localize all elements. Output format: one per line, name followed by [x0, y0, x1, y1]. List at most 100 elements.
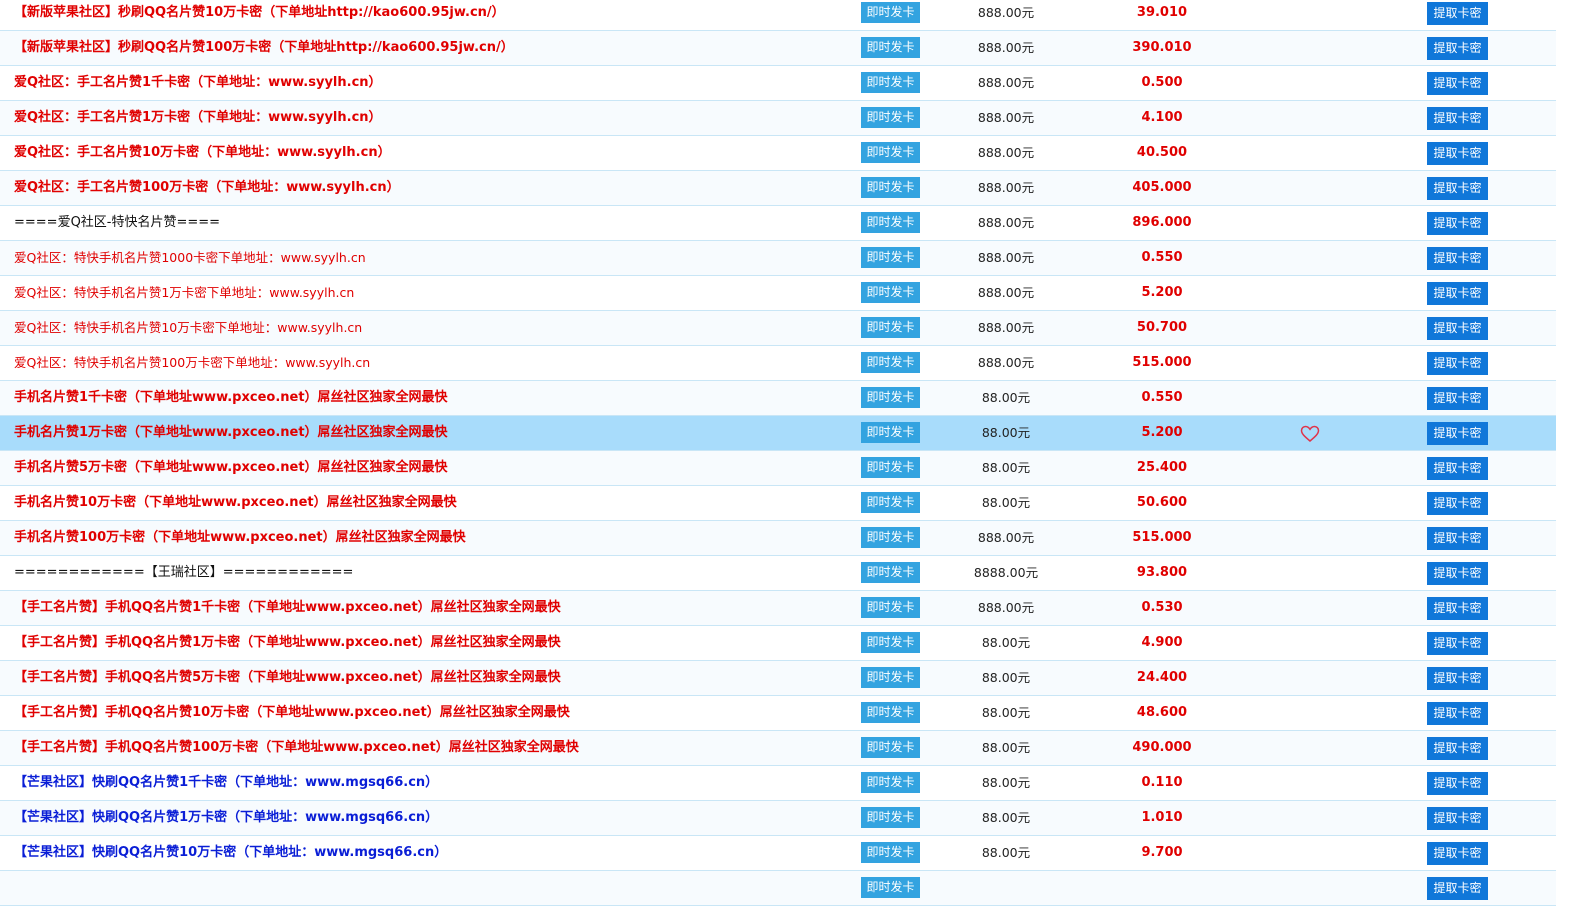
- unit-price-value: 5.200: [1141, 285, 1183, 300]
- fetch-card-key-button[interactable]: 提取卡密: [1427, 702, 1488, 725]
- fetch-card-key-button[interactable]: 提取卡密: [1427, 212, 1488, 235]
- unit-price-value: 4.900: [1141, 635, 1183, 650]
- product-name-link[interactable]: 【芒果社区】快刷QQ名片赞1千卡密（下单地址：www.mgsq66.cn）: [14, 766, 438, 800]
- instant-issue-button[interactable]: 即时发卡: [861, 457, 920, 478]
- fetch-card-key-button[interactable]: 提取卡密: [1427, 527, 1488, 550]
- unit-price-value: 0.550: [1141, 250, 1183, 265]
- instant-issue-button[interactable]: 即时发卡: [861, 212, 920, 233]
- fetch-card-key-button[interactable]: 提取卡密: [1427, 422, 1488, 445]
- instant-issue-button[interactable]: 即时发卡: [861, 492, 920, 513]
- table-row: 手机名片赞100万卡密（下单地址www.pxceo.net）屌丝社区独家全网最快…: [0, 521, 1556, 556]
- fetch-card-key-button[interactable]: 提取卡密: [1427, 807, 1488, 830]
- fetch-card-key-button[interactable]: 提取卡密: [1427, 2, 1488, 25]
- product-name-link[interactable]: ====爱Q社区-特快名片赞====: [14, 206, 220, 240]
- product-name-link[interactable]: 爱Q社区：手工名片赞1千卡密（下单地址：www.syylh.cn）: [14, 66, 382, 100]
- instant-issue-button[interactable]: 即时发卡: [861, 632, 920, 653]
- instant-issue-button[interactable]: 即时发卡: [861, 2, 920, 23]
- product-name-link[interactable]: 【新版苹果社区】秒刷QQ名片赞100万卡密（下单地址http://kao600.…: [14, 31, 514, 65]
- product-name-link[interactable]: 【芒果社区】快刷QQ名片赞10万卡密（下单地址：www.mgsq66.cn）: [14, 836, 447, 870]
- instant-issue-button[interactable]: 即时发卡: [861, 177, 920, 198]
- fetch-card-key-button[interactable]: 提取卡密: [1427, 72, 1488, 95]
- instant-issue-button[interactable]: 即时发卡: [861, 702, 920, 723]
- unit-price-value: 0.550: [1141, 390, 1183, 405]
- product-name-link[interactable]: 爱Q社区：特快手机名片赞1000卡密下单地址：www.syylh.cn: [14, 241, 366, 275]
- fetch-card-key-button[interactable]: 提取卡密: [1427, 772, 1488, 795]
- fetch-card-key-button[interactable]: 提取卡密: [1427, 632, 1488, 655]
- instant-issue-button[interactable]: 即时发卡: [861, 877, 920, 898]
- instant-issue-button[interactable]: 即时发卡: [861, 247, 920, 268]
- instant-issue-button[interactable]: 即时发卡: [861, 107, 920, 128]
- product-name-link[interactable]: 爱Q社区：手工名片赞10万卡密（下单地址：www.syylh.cn）: [14, 136, 391, 170]
- table-row: 手机名片赞5万卡密（下单地址www.pxceo.net）屌丝社区独家全网最快 即时…: [0, 451, 1556, 486]
- heart-outline-icon[interactable]: [1300, 425, 1320, 443]
- product-name-link[interactable]: 手机名片赞1万卡密（下单地址www.pxceo.net）屌丝社区独家全网最快: [14, 416, 448, 450]
- product-name-link[interactable]: 爱Q社区：手工名片赞1万卡密（下单地址：www.syylh.cn）: [14, 101, 382, 135]
- unit-price-value: 4.100: [1141, 110, 1183, 125]
- fetch-card-key-button[interactable]: 提取卡密: [1427, 142, 1488, 165]
- instant-issue-button[interactable]: 即时发卡: [861, 317, 920, 338]
- price-value: 888.00元: [977, 180, 1035, 195]
- instant-issue-button[interactable]: 即时发卡: [861, 562, 920, 583]
- product-name-link[interactable]: 手机名片赞100万卡密（下单地址www.pxceo.net）屌丝社区独家全网最快: [14, 521, 466, 555]
- product-name-link[interactable]: 【芒果社区】快刷QQ名片赞1万卡密（下单地址：www.mgsq66.cn）: [14, 801, 438, 835]
- instant-issue-button[interactable]: 即时发卡: [861, 282, 920, 303]
- fetch-card-key-button[interactable]: 提取卡密: [1427, 842, 1488, 865]
- product-name-link[interactable]: 【新版苹果社区】秒刷QQ名片赞10万卡密（下单地址http://kao600.9…: [14, 0, 505, 30]
- instant-issue-button[interactable]: 即时发卡: [861, 37, 920, 58]
- unit-price-value: 9.700: [1141, 845, 1183, 860]
- product-name-link[interactable]: 爱Q社区：特快手机名片赞10万卡密下单地址：www.syylh.cn: [14, 311, 362, 345]
- product-name-link[interactable]: 爱Q社区：特快手机名片赞100万卡密下单地址：www.syylh.cn: [14, 346, 370, 380]
- instant-issue-button[interactable]: 即时发卡: [861, 597, 920, 618]
- price-value: 888.00元: [977, 320, 1035, 335]
- instant-issue-button[interactable]: 即时发卡: [861, 737, 920, 758]
- fetch-card-key-button[interactable]: 提取卡密: [1427, 352, 1488, 375]
- instant-issue-button[interactable]: 即时发卡: [861, 807, 920, 828]
- table-row: 手机名片赞1千卡密（下单地址www.pxceo.net）屌丝社区独家全网最快 即时…: [0, 381, 1556, 416]
- instant-issue-button[interactable]: 即时发卡: [861, 387, 920, 408]
- unit-price-value: 93.800: [1136, 565, 1188, 580]
- table-row: 【芒果社区】快刷QQ名片赞1千卡密（下单地址：www.mgsq66.cn） 即时发…: [0, 766, 1556, 801]
- fetch-card-key-button[interactable]: 提取卡密: [1427, 177, 1488, 200]
- fetch-card-key-button[interactable]: 提取卡密: [1427, 282, 1488, 305]
- fetch-card-key-button[interactable]: 提取卡密: [1427, 597, 1488, 620]
- instant-issue-button[interactable]: 即时发卡: [861, 72, 920, 93]
- fetch-card-key-button[interactable]: 提取卡密: [1427, 317, 1488, 340]
- instant-issue-button[interactable]: 即时发卡: [861, 772, 920, 793]
- unit-price-value: 1.010: [1141, 810, 1183, 825]
- product-name-link[interactable]: 手机名片赞5万卡密（下单地址www.pxceo.net）屌丝社区独家全网最快: [14, 451, 448, 485]
- product-name-link[interactable]: 【手工名片赞】手机QQ名片赞5万卡密（下单地址www.pxceo.net）屌丝社…: [14, 661, 561, 695]
- fetch-card-key-button[interactable]: 提取卡密: [1427, 457, 1488, 480]
- product-name-link[interactable]: 【手工名片赞】手机QQ名片赞1万卡密（下单地址www.pxceo.net）屌丝社…: [14, 626, 561, 660]
- fetch-card-key-button[interactable]: 提取卡密: [1427, 667, 1488, 690]
- fetch-card-key-button[interactable]: 提取卡密: [1427, 107, 1488, 130]
- instant-issue-button[interactable]: 即时发卡: [861, 422, 920, 443]
- product-name-link[interactable]: 手机名片赞1千卡密（下单地址www.pxceo.net）屌丝社区独家全网最快: [14, 381, 448, 415]
- fetch-card-key-button[interactable]: 提取卡密: [1427, 877, 1488, 900]
- fetch-card-key-button[interactable]: 提取卡密: [1427, 247, 1488, 270]
- table-row: 爱Q社区：特快手机名片赞10万卡密下单地址：www.syylh.cn 即时发卡 88…: [0, 311, 1556, 346]
- unit-price-value: 515.000: [1132, 530, 1192, 545]
- product-name-link[interactable]: 【手工名片赞】手机QQ名片赞100万卡密（下单地址www.pxceo.net）屌…: [14, 731, 579, 765]
- instant-issue-button[interactable]: 即时发卡: [861, 667, 920, 688]
- product-name-link[interactable]: 【手工名片赞】手机QQ名片赞10万卡密（下单地址www.pxceo.net）屌丝…: [14, 696, 570, 730]
- fetch-card-key-button[interactable]: 提取卡密: [1427, 492, 1488, 515]
- fetch-card-key-button[interactable]: 提取卡密: [1427, 562, 1488, 585]
- product-name-link[interactable]: 手机名片赞10万卡密（下单地址www.pxceo.net）屌丝社区独家全网最快: [14, 486, 457, 520]
- unit-price-value: 5.200: [1141, 425, 1183, 440]
- instant-issue-button[interactable]: 即时发卡: [861, 842, 920, 863]
- product-name-link[interactable]: 爱Q社区：手工名片赞100万卡密（下单地址：www.syylh.cn）: [14, 171, 400, 205]
- instant-issue-button[interactable]: 即时发卡: [861, 527, 920, 548]
- instant-issue-button[interactable]: 即时发卡: [861, 352, 920, 373]
- price-value: 88.00元: [981, 810, 1031, 825]
- product-name-link[interactable]: ============【王瑞社区】============: [14, 556, 353, 590]
- table-row: 爱Q社区：特快手机名片赞100万卡密下单地址：www.syylh.cn 即时发卡 8…: [0, 346, 1556, 381]
- table-row: 【手工名片赞】手机QQ名片赞100万卡密（下单地址www.pxceo.net）屌…: [0, 731, 1556, 766]
- price-value: 888.00元: [977, 250, 1035, 265]
- fetch-card-key-button[interactable]: 提取卡密: [1427, 737, 1488, 760]
- fetch-card-key-button[interactable]: 提取卡密: [1427, 387, 1488, 410]
- instant-issue-button[interactable]: 即时发卡: [861, 142, 920, 163]
- price-value: 8888.00元: [973, 565, 1039, 580]
- product-name-link[interactable]: 爱Q社区：特快手机名片赞1万卡密下单地址：www.syylh.cn: [14, 276, 354, 310]
- fetch-card-key-button[interactable]: 提取卡密: [1427, 37, 1488, 60]
- product-name-link[interactable]: 【手工名片赞】手机QQ名片赞1千卡密（下单地址www.pxceo.net）屌丝社…: [14, 591, 561, 625]
